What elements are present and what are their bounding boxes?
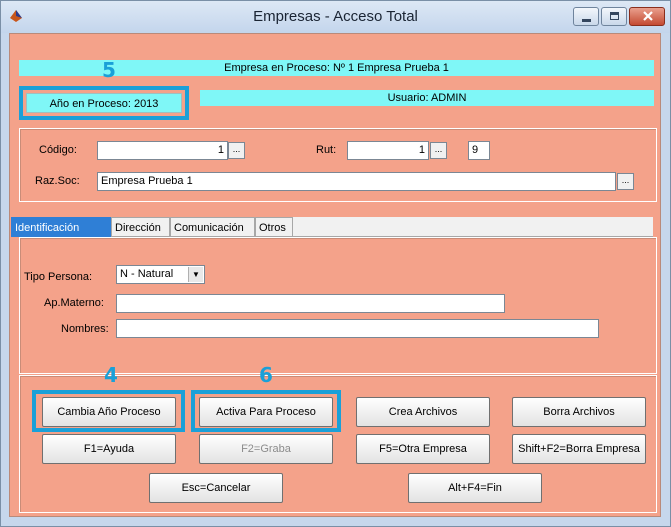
callout-5: 5 xyxy=(102,58,116,82)
callout-6: 6 xyxy=(259,363,273,387)
f2-graba-button[interactable]: F2=Graba xyxy=(199,434,333,464)
tipo-persona-value: N - Natural xyxy=(120,268,174,280)
window-title: Empresas - Acceso Total xyxy=(253,8,418,25)
tab-otros[interactable]: Otros xyxy=(255,217,293,237)
rut-browse-button[interactable]: ... xyxy=(430,142,447,159)
chevron-down-icon: ▼ xyxy=(188,267,203,282)
ap-materno-label: Ap.Materno: xyxy=(44,297,104,309)
window: Empresas - Acceso Total Empresa en Proce… xyxy=(0,0,671,527)
title-bar[interactable]: Empresas - Acceso Total xyxy=(1,1,670,33)
cambia-ano-proceso-button[interactable]: Cambia Año Proceso xyxy=(42,397,176,427)
crea-archivos-button[interactable]: Crea Archivos xyxy=(356,397,490,427)
codigo-label: Código: xyxy=(39,144,77,156)
razsoc-label: Raz.Soc: xyxy=(35,175,80,187)
ap-materno-field[interactable] xyxy=(116,294,505,313)
shift-f2-borra-empresa-button[interactable]: Shift+F2=Borra Empresa xyxy=(512,434,646,464)
tab-identificacion[interactable]: Identificación xyxy=(11,217,111,237)
usuario-bar: Usuario: ADMIN xyxy=(200,90,654,106)
razsoc-field[interactable]: Empresa Prueba 1 xyxy=(97,172,616,191)
codigo-field[interactable]: 1 xyxy=(97,141,228,160)
nombres-label: Nombres: xyxy=(61,323,109,335)
close-button[interactable] xyxy=(629,7,665,26)
f1-ayuda-button[interactable]: F1=Ayuda xyxy=(42,434,176,464)
rut-field[interactable]: 1 xyxy=(347,141,429,160)
rut-dv-field[interactable]: 9 xyxy=(468,141,490,160)
maximize-icon xyxy=(610,12,619,20)
rut-label: Rut: xyxy=(316,144,337,156)
alt-f4-fin-button[interactable]: Alt+F4=Fin xyxy=(408,473,542,503)
close-icon xyxy=(643,11,653,21)
callout-4: 4 xyxy=(104,363,118,387)
esc-cancelar-button[interactable]: Esc=Cancelar xyxy=(149,473,283,503)
minimize-button[interactable] xyxy=(573,7,599,26)
borra-archivos-button[interactable]: Borra Archivos xyxy=(512,397,646,427)
year-highlight: Año en Proceso: 2013 xyxy=(19,86,189,120)
tab-strip xyxy=(289,217,653,237)
tipo-persona-select[interactable]: N - Natural ▼ xyxy=(116,265,205,284)
activa-para-proceso-button[interactable]: Activa Para Proceso xyxy=(199,397,333,427)
tipo-persona-label: Tipo Persona: xyxy=(24,271,93,283)
maximize-button[interactable] xyxy=(601,7,627,26)
f5-otra-empresa-button[interactable]: F5=Otra Empresa xyxy=(356,434,490,464)
minimize-icon xyxy=(582,19,591,22)
razsoc-browse-button[interactable]: ... xyxy=(617,173,634,190)
year-in-process-button[interactable]: Año en Proceso: 2013 xyxy=(26,93,182,113)
codigo-browse-button[interactable]: ... xyxy=(228,142,245,159)
tab-direccion[interactable]: Dirección xyxy=(111,217,170,237)
tab-comunicacion[interactable]: Comunicación xyxy=(170,217,255,237)
nombres-field[interactable] xyxy=(116,319,599,338)
